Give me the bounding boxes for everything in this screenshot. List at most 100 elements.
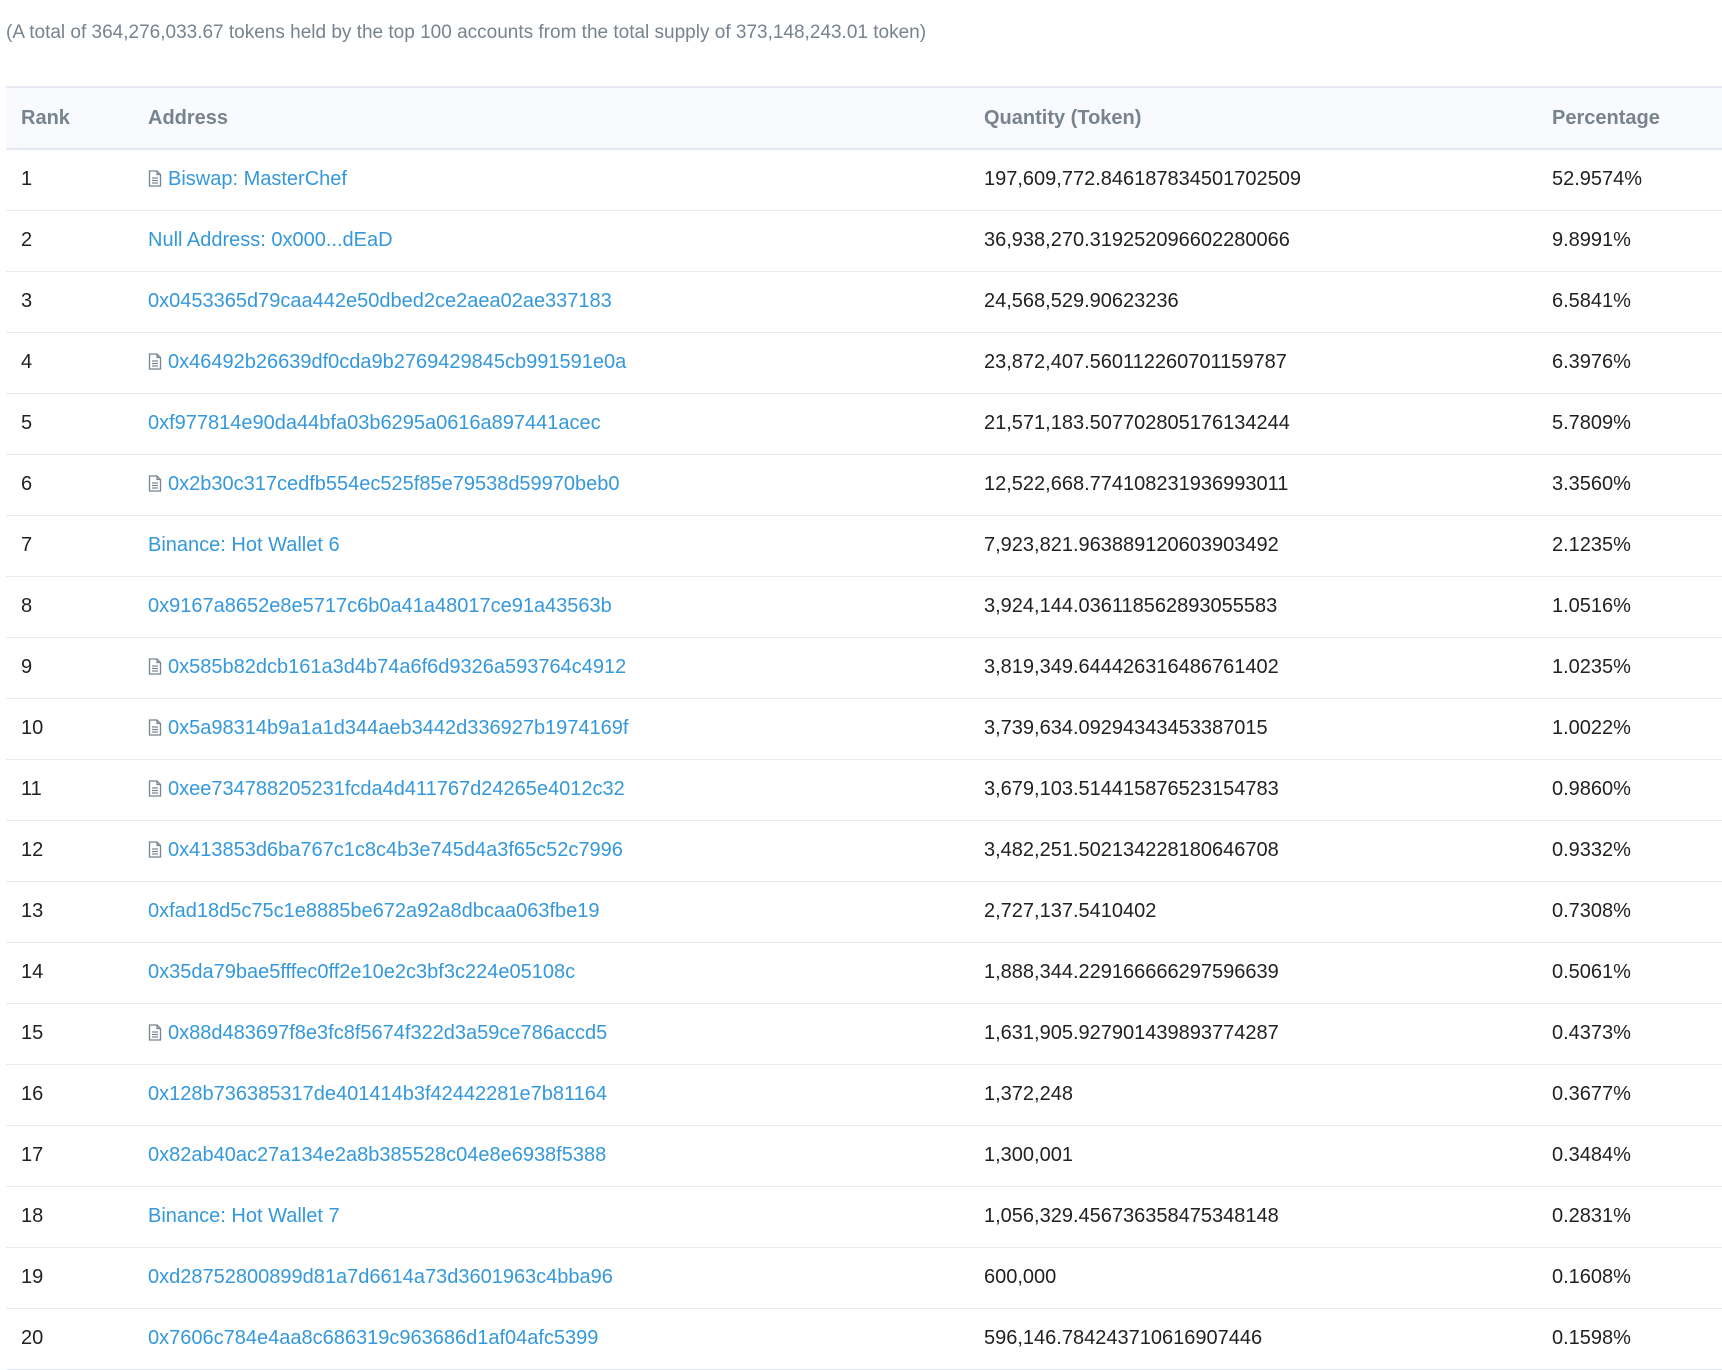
quantity-cell: 1,372,248 — [984, 1083, 1073, 1105]
address-link[interactable]: 0x2b30c317cedfb554ec525f85e79538d59970be… — [168, 473, 620, 495]
percentage-cell: 5.7809% — [1552, 412, 1631, 434]
table-row: 20 0x7606c784e4aa8c686319c963686d1af04af… — [6, 1308, 1722, 1369]
address-link[interactable]: 0xd28752800899d81a7d6614a73d3601963c4bba… — [148, 1266, 613, 1288]
quantity-cell: 1,056,329.456736358475348148 — [984, 1205, 1279, 1227]
percentage-cell: 2.1235% — [1552, 534, 1631, 556]
rank-cell: 4 — [21, 351, 33, 373]
rank-cell: 17 — [21, 1144, 44, 1166]
address-cell: 0x46492b26639df0cda9b2769429845cb991591e… — [148, 332, 984, 393]
file-document-icon — [148, 841, 162, 858]
address-link[interactable]: 0x88d483697f8e3fc8f5674f322d3a59ce786acc… — [168, 1022, 607, 1044]
file-document-icon — [148, 658, 162, 675]
quantity-cell: 21,571,183.507702805176134244 — [984, 412, 1290, 434]
table-header-row: Rank Address Quantity (Token) Percentage — [6, 87, 1722, 149]
address-link[interactable]: Null Address: 0x000...dEaD — [148, 229, 393, 251]
address-cell: 0x2b30c317cedfb554ec525f85e79538d59970be… — [148, 454, 984, 515]
token-holders-page: (A total of 364,276,033.67 tokens held b… — [0, 0, 1722, 1369]
percentage-cell: 1.0516% — [1552, 595, 1631, 617]
address-cell: 0x413853d6ba767c1c8c4b3e745d4a3f65c52c79… — [148, 820, 984, 881]
address-link[interactable]: Biswap: MasterChef — [168, 168, 347, 190]
quantity-cell: 3,679,103.514415876523154783 — [984, 778, 1279, 800]
address-link[interactable]: Binance: Hot Wallet 6 — [148, 534, 340, 556]
percentage-cell: 0.3677% — [1552, 1083, 1631, 1105]
address-link[interactable]: 0x5a98314b9a1a1d344aeb3442d336927b197416… — [168, 717, 628, 739]
table-row: 18 Binance: Hot Wallet 7 1,056,329.45673… — [6, 1186, 1722, 1247]
rank-cell: 7 — [21, 534, 33, 556]
table-row: 7 Binance: Hot Wallet 6 7,923,821.963889… — [6, 515, 1722, 576]
address-link[interactable]: 0x128b736385317de401414b3f42442281e7b811… — [148, 1083, 607, 1105]
table-row: 2 Null Address: 0x000...dEaD 36,938,270.… — [6, 210, 1722, 271]
quantity-cell: 23,872,407.560112260701159787 — [984, 351, 1287, 373]
holders-table-body: 1 Biswap: MasterChef 197,609,772.8461878… — [6, 149, 1722, 1369]
table-row: 16 0x128b736385317de401414b3f42442281e7b… — [6, 1064, 1722, 1125]
rank-cell: 18 — [21, 1205, 44, 1227]
quantity-cell: 1,631,905.927901439893774287 — [984, 1022, 1279, 1044]
quantity-cell: 596,146.784243710616907446 — [984, 1327, 1263, 1349]
quantity-cell: 3,482,251.502134228180646708 — [984, 839, 1279, 861]
table-row: 4 0x46492b26639df0cda9b2769429845cb99159… — [6, 332, 1722, 393]
address-link[interactable]: 0x0453365d79caa442e50dbed2ce2aea02ae3371… — [148, 290, 612, 312]
address-link[interactable]: 0x413853d6ba767c1c8c4b3e745d4a3f65c52c79… — [168, 839, 623, 861]
address-column-header: Address — [148, 106, 229, 129]
percentage-cell: 1.0022% — [1552, 717, 1631, 739]
table-row: 3 0x0453365d79caa442e50dbed2ce2aea02ae33… — [6, 271, 1722, 332]
quantity-cell: 3,739,634.09294343453387015 — [984, 717, 1268, 739]
address-link[interactable]: 0xee734788205231fcda4d411767d24265e4012c… — [168, 778, 625, 800]
address-cell: 0x35da79bae5fffec0ff2e10e2c3bf3c224e0510… — [148, 942, 984, 1003]
percentage-cell: 9.8991% — [1552, 229, 1631, 251]
holders-table: Rank Address Quantity (Token) Percentage… — [6, 86, 1722, 1370]
address-link[interactable]: 0x7606c784e4aa8c686319c963686d1af04afc53… — [148, 1327, 598, 1349]
table-row: 17 0x82ab40ac27a134e2a8b385528c04e8e6938… — [6, 1125, 1722, 1186]
quantity-cell: 3,924,144.036118562893055583 — [984, 595, 1278, 617]
rank-cell: 9 — [21, 656, 33, 678]
address-cell: 0x9167a8652e8e5717c6b0a41a48017ce91a4356… — [148, 576, 984, 637]
table-row: 13 0xfad18d5c75c1e8885be672a92a8dbcaa063… — [6, 881, 1722, 942]
rank-cell: 2 — [21, 229, 33, 251]
percentage-column-header: Percentage — [1552, 106, 1660, 129]
table-row: 8 0x9167a8652e8e5717c6b0a41a48017ce91a43… — [6, 576, 1722, 637]
address-cell: 0x82ab40ac27a134e2a8b385528c04e8e6938f53… — [148, 1125, 984, 1186]
address-cell: 0x585b82dcb161a3d4b74a6f6d9326a593764c49… — [148, 637, 984, 698]
rank-cell: 1 — [21, 168, 33, 191]
rank-cell: 14 — [21, 961, 44, 983]
rank-cell: 19 — [21, 1266, 44, 1288]
table-row: 11 0xee734788205231fcda4d411767d24265e40… — [6, 759, 1722, 820]
address-cell: 0xee734788205231fcda4d411767d24265e4012c… — [148, 759, 984, 820]
address-link[interactable]: 0x35da79bae5fffec0ff2e10e2c3bf3c224e0510… — [148, 961, 575, 983]
address-cell: 0x5a98314b9a1a1d344aeb3442d336927b197416… — [148, 698, 984, 759]
percentage-cell: 52.9574% — [1552, 168, 1643, 191]
address-link[interactable]: 0x82ab40ac27a134e2a8b385528c04e8e6938f53… — [148, 1144, 606, 1166]
address-link[interactable]: 0x46492b26639df0cda9b2769429845cb991591e… — [168, 351, 626, 373]
percentage-cell: 0.7308% — [1552, 900, 1631, 922]
percentage-cell: 0.4373% — [1552, 1022, 1631, 1044]
address-link[interactable]: 0x9167a8652e8e5717c6b0a41a48017ce91a4356… — [148, 595, 612, 617]
quantity-cell: 2,727,137.5410402 — [984, 900, 1157, 922]
rank-cell: 20 — [21, 1327, 44, 1349]
quantity-cell: 12,522,668.774108231936993011 — [984, 473, 1289, 495]
table-row: 19 0xd28752800899d81a7d6614a73d3601963c4… — [6, 1247, 1722, 1308]
address-cell: Biswap: MasterChef — [148, 149, 984, 210]
address-link[interactable]: 0x585b82dcb161a3d4b74a6f6d9326a593764c49… — [168, 656, 626, 678]
file-document-icon — [148, 475, 162, 492]
quantity-cell: 36,938,270.319252096602280066 — [984, 229, 1290, 251]
percentage-cell: 0.5061% — [1552, 961, 1631, 983]
quantity-cell: 7,923,821.963889120603903492 — [984, 534, 1279, 556]
table-row: 12 0x413853d6ba767c1c8c4b3e745d4a3f65c52… — [6, 820, 1722, 881]
quantity-cell: 24,568,529.90623236 — [984, 290, 1179, 312]
quantity-column-header: Quantity (Token) — [984, 106, 1142, 129]
address-link[interactable]: Binance: Hot Wallet 7 — [148, 1205, 340, 1227]
percentage-cell: 6.3976% — [1552, 351, 1631, 373]
address-cell: 0xd28752800899d81a7d6614a73d3601963c4bba… — [148, 1247, 984, 1308]
address-cell: Binance: Hot Wallet 7 — [148, 1186, 984, 1247]
quantity-cell: 3,819,349.644426316486761402 — [984, 656, 1279, 678]
table-row: 14 0x35da79bae5fffec0ff2e10e2c3bf3c224e0… — [6, 942, 1722, 1003]
percentage-cell: 6.5841% — [1552, 290, 1631, 312]
percentage-cell: 0.1608% — [1552, 1266, 1631, 1288]
address-cell: 0x0453365d79caa442e50dbed2ce2aea02ae3371… — [148, 271, 984, 332]
address-link[interactable]: 0xf977814e90da44bfa03b6295a0616a897441ac… — [148, 412, 601, 434]
address-cell: 0x128b736385317de401414b3f42442281e7b811… — [148, 1064, 984, 1125]
rank-cell: 8 — [21, 595, 33, 617]
percentage-cell: 0.3484% — [1552, 1144, 1631, 1166]
file-document-icon — [148, 353, 162, 370]
address-link[interactable]: 0xfad18d5c75c1e8885be672a92a8dbcaa063fbe… — [148, 900, 600, 922]
